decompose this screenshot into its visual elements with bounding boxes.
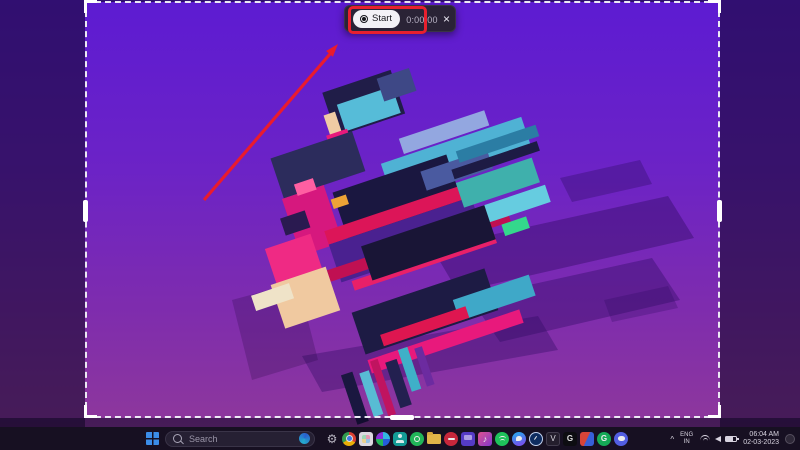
display-app-icon[interactable] (461, 432, 475, 446)
people-icon[interactable] (393, 432, 407, 446)
edge-icon[interactable] (376, 432, 390, 446)
dim-overlay-top (0, 0, 800, 2)
tray-chevron-icon[interactable]: ^ (670, 436, 674, 444)
wifi-icon (699, 434, 711, 444)
recording-timer: 0:00:00 (404, 15, 440, 25)
spotify-icon[interactable] (495, 432, 509, 446)
photos-icon[interactable] (359, 432, 373, 446)
taskbar-left-group: ⚙ ♪ V G G (146, 427, 628, 450)
windows-start-button[interactable] (146, 432, 159, 445)
clock-app-icon[interactable] (529, 432, 543, 446)
whatsapp-icon[interactable] (410, 432, 424, 446)
search-input[interactable] (187, 433, 294, 445)
photo-viewer-icon[interactable] (580, 432, 594, 446)
logitech-ghub-icon[interactable]: G (563, 432, 577, 446)
record-icon (360, 15, 368, 23)
start-button-label: Start (372, 14, 392, 24)
search-icon (173, 434, 182, 443)
tray-status-icons[interactable] (699, 434, 737, 444)
discord-icon[interactable] (614, 432, 628, 446)
selection-handle-right[interactable] (717, 200, 722, 222)
screen-recorder-toolbar: Start 0:00:00 × (344, 5, 456, 32)
selection-handle-left[interactable] (83, 200, 88, 222)
media-app-icon[interactable] (444, 432, 458, 446)
file-explorer-icon[interactable] (427, 432, 441, 446)
tray-time: 06:04 AM (749, 431, 779, 439)
folder-icon (427, 434, 441, 444)
taskbar: ⚙ ♪ V G G ^ ENG IN (0, 427, 800, 450)
system-tray: ^ ENG IN 06:04 AM 02-03-2023 (670, 427, 795, 450)
notification-badge[interactable] (785, 434, 795, 444)
selection-handle-top-left[interactable] (84, 0, 97, 13)
v-app-icon[interactable]: V (546, 432, 560, 446)
music-app-icon[interactable]: ♪ (478, 432, 492, 446)
selection-handle-bottom-right[interactable] (708, 405, 721, 418)
dim-overlay-left (0, 2, 85, 427)
settings-icon[interactable]: ⚙ (325, 432, 339, 446)
pinned-apps: ⚙ ♪ V G G (325, 432, 628, 446)
close-button[interactable]: × (439, 11, 454, 27)
language-bottom: IN (684, 439, 690, 446)
volume-icon (715, 436, 721, 442)
dim-overlay-right (720, 2, 800, 427)
selection-handle-bottom-left[interactable] (84, 405, 97, 418)
start-recording-button[interactable]: Start (353, 10, 400, 28)
green-g-app-icon[interactable]: G (597, 432, 611, 446)
messenger-icon[interactable] (512, 432, 526, 446)
language-indicator[interactable]: ENG IN (680, 432, 693, 446)
tray-date: 02-03-2023 (743, 439, 779, 447)
battery-icon (725, 436, 737, 442)
chrome-icon[interactable] (342, 432, 356, 446)
language-top: ENG (680, 432, 693, 439)
taskbar-search-box[interactable] (165, 431, 315, 447)
selection-handle-bottom[interactable] (390, 415, 414, 420)
bing-icon[interactable] (299, 433, 310, 444)
wallpaper-art (0, 0, 800, 450)
desktop-wallpaper (0, 0, 800, 450)
tray-clock[interactable]: 06:04 AM 02-03-2023 (743, 431, 779, 447)
selection-handle-top-right[interactable] (708, 0, 721, 13)
